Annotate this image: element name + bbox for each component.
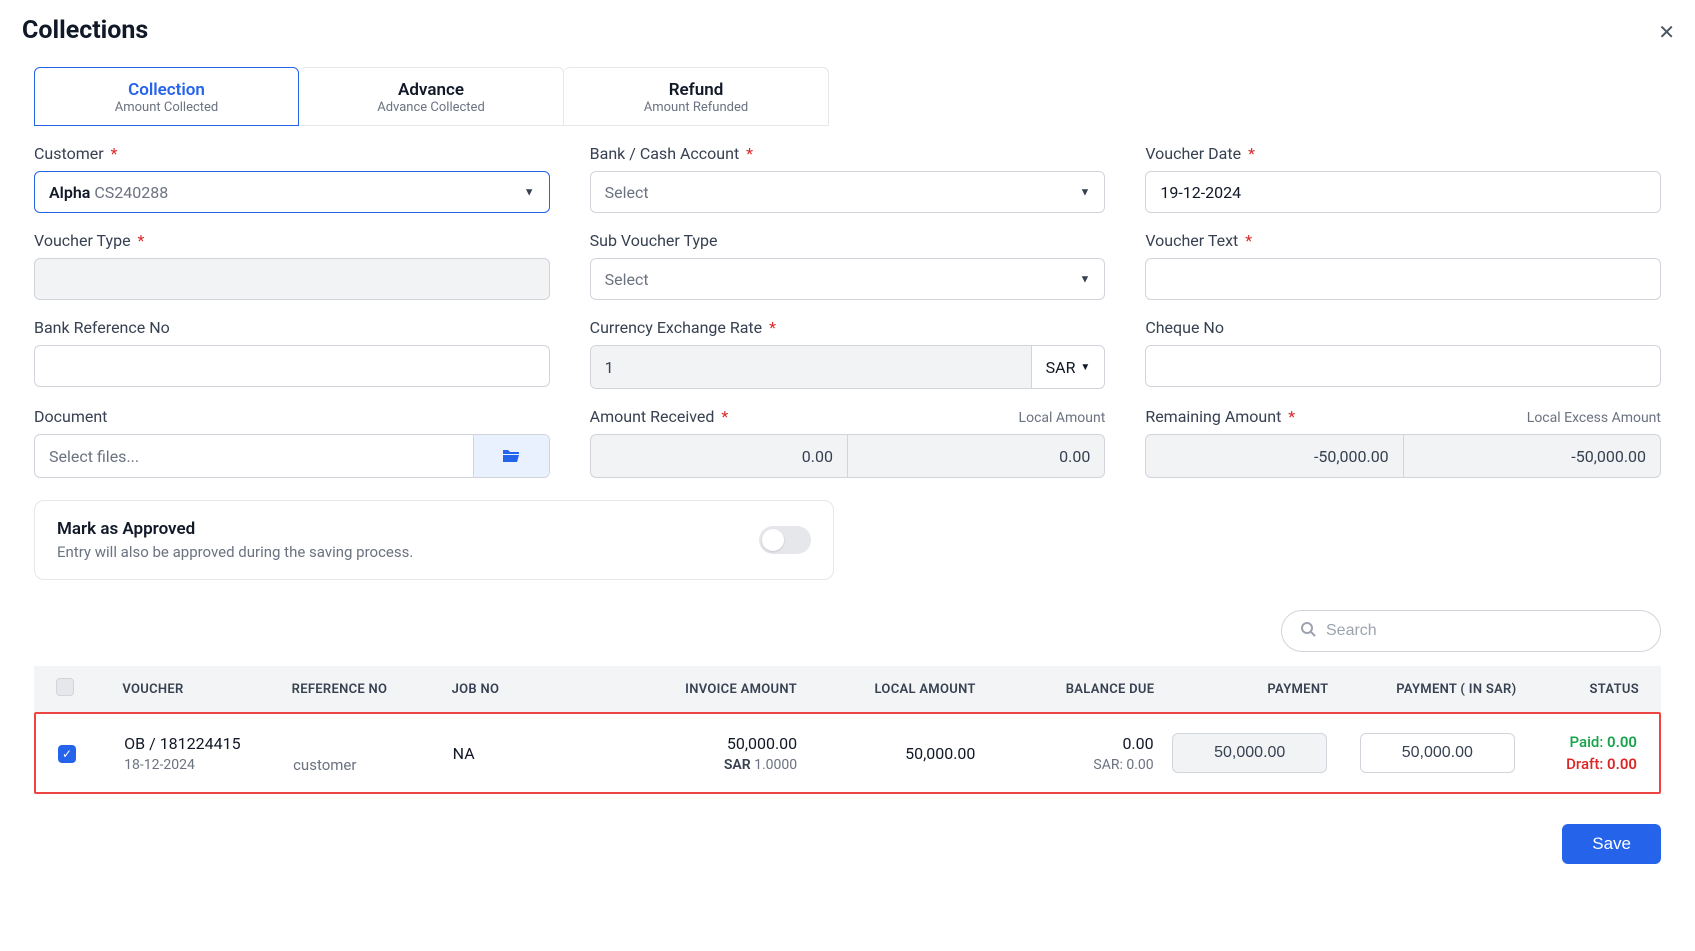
tab-collection[interactable]: Collection Amount Collected <box>34 67 299 126</box>
field-voucher-text: Voucher Text * <box>1145 231 1661 300</box>
th-payment: PAYMENT <box>1160 682 1334 697</box>
chevron-down-icon: ▼ <box>1080 362 1090 373</box>
voucher-id: OB / 181224415 <box>124 734 281 753</box>
search-input[interactable] <box>1281 610 1661 652</box>
reference-no: customer <box>293 756 441 774</box>
chevron-down-icon: ▼ <box>524 186 535 199</box>
currency-select[interactable]: SAR ▼ <box>1032 346 1105 388</box>
payment-sar-input[interactable] <box>1360 733 1515 773</box>
th-job: JOB NO <box>446 682 615 697</box>
toggle-knob <box>762 529 784 551</box>
page-title: Collections <box>22 16 1673 45</box>
sub-voucher-type-select[interactable]: Select ▼ <box>590 258 1106 300</box>
tabs: Collection Amount Collected Advance Adva… <box>34 67 1673 126</box>
chevron-down-icon: ▼ <box>1079 273 1090 286</box>
approve-sub: Entry will also be approved during the s… <box>57 543 413 561</box>
invoice-amount: 50,000.00 <box>622 734 798 753</box>
folder-open-icon[interactable] <box>473 435 549 477</box>
field-cheque-no: Cheque No <box>1145 318 1661 389</box>
voucher-text-input[interactable] <box>1145 258 1661 300</box>
amount-received-input: 0.00 0.00 <box>590 434 1106 478</box>
field-customer: Customer * Alpha CS240288 ▼ <box>34 144 550 213</box>
tab-sub: Advance Collected <box>299 100 563 115</box>
remaining-amount-input: -50,000.00 -50,000.00 <box>1145 434 1661 478</box>
customer-name: Alpha <box>49 183 90 202</box>
th-invoice: INVOICE AMOUNT <box>615 682 803 697</box>
balance-due: 0.00 <box>987 734 1153 753</box>
field-bank-account: Bank / Cash Account * Select ▼ <box>590 144 1106 213</box>
bank-account-select[interactable]: Select ▼ <box>590 171 1106 213</box>
tab-refund[interactable]: Refund Amount Refunded <box>564 67 829 126</box>
document-file-input[interactable]: Select files... <box>34 434 550 478</box>
chevron-down-icon: ▼ <box>1079 186 1090 199</box>
form-grid: Customer * Alpha CS240288 ▼ Bank / Cash … <box>22 144 1673 478</box>
approve-toggle[interactable] <box>759 526 811 554</box>
job-no: NA <box>453 744 610 763</box>
approve-card: Mark as Approved Entry will also be appr… <box>34 500 834 580</box>
local-amount: 50,000.00 <box>809 744 975 763</box>
tab-sub: Amount Refunded <box>564 100 828 115</box>
voucher-date: 18-12-2024 <box>124 757 281 773</box>
field-document: Document Select files... <box>34 407 550 478</box>
customer-select[interactable]: Alpha CS240288 ▼ <box>34 171 550 213</box>
cheque-no-input[interactable] <box>1145 345 1661 387</box>
payment-input[interactable] <box>1172 733 1327 773</box>
th-local: LOCAL AMOUNT <box>803 682 982 697</box>
invoice-currency-rate: SAR 1.0000 <box>622 757 798 773</box>
voucher-type-input <box>34 258 550 300</box>
row-checkbox[interactable]: ✓ <box>58 745 76 763</box>
field-voucher-date: Voucher Date * 19-12-2024 <box>1145 144 1661 213</box>
field-remaining: Remaining Amount * Local Excess Amount -… <box>1145 407 1661 478</box>
checkbox-header[interactable] <box>56 678 74 696</box>
field-currency-rate: Currency Exchange Rate * 1 SAR ▼ <box>590 318 1106 389</box>
status-paid: Paid: 0.00 <box>1527 733 1637 751</box>
th-balance: BALANCE DUE <box>982 682 1161 697</box>
field-voucher-type: Voucher Type * <box>34 231 550 300</box>
table-row: ✓ OB / 181224415 18-12-2024 customer NA … <box>34 712 1661 794</box>
tab-title: Advance <box>299 80 563 100</box>
customer-code: CS240288 <box>94 183 168 202</box>
field-bank-ref: Bank Reference No <box>34 318 550 389</box>
rate-value: 1 <box>591 346 1032 388</box>
field-sub-voucher-type: Sub Voucher Type Select ▼ <box>590 231 1106 300</box>
currency-rate-input[interactable]: 1 SAR ▼ <box>590 345 1106 389</box>
amount-received-value: 0.00 <box>591 435 848 477</box>
save-button[interactable]: Save <box>1562 824 1661 864</box>
tab-sub: Amount Collected <box>35 100 298 115</box>
status-draft: Draft: 0.00 <box>1527 755 1637 773</box>
table-header: VOUCHER REFERENCE NO JOB NO INVOICE AMOU… <box>34 666 1661 712</box>
bank-ref-input[interactable] <box>34 345 550 387</box>
field-amount-received: Amount Received * Local Amount 0.00 0.00 <box>590 407 1106 478</box>
voucher-date-input[interactable]: 19-12-2024 <box>1145 171 1661 213</box>
close-button[interactable]: ✕ <box>1658 20 1675 44</box>
tab-title: Collection <box>35 80 298 100</box>
search-icon <box>1300 621 1316 641</box>
approve-title: Mark as Approved <box>57 519 413 539</box>
tab-title: Refund <box>564 80 828 100</box>
th-reference: REFERENCE NO <box>286 682 446 697</box>
remaining-value: -50,000.00 <box>1146 435 1403 477</box>
voucher-table: VOUCHER REFERENCE NO JOB NO INVOICE AMOU… <box>34 666 1661 794</box>
th-status: STATUS <box>1522 682 1645 697</box>
tab-advance[interactable]: Advance Advance Collected <box>299 67 564 126</box>
local-excess-value: -50,000.00 <box>1404 435 1660 477</box>
th-voucher: VOUCHER <box>116 682 285 697</box>
th-payment-sar: PAYMENT ( IN SAR) <box>1334 682 1522 697</box>
balance-sar: SAR: 0.00 <box>987 757 1153 773</box>
local-amount-value: 0.00 <box>848 435 1104 477</box>
